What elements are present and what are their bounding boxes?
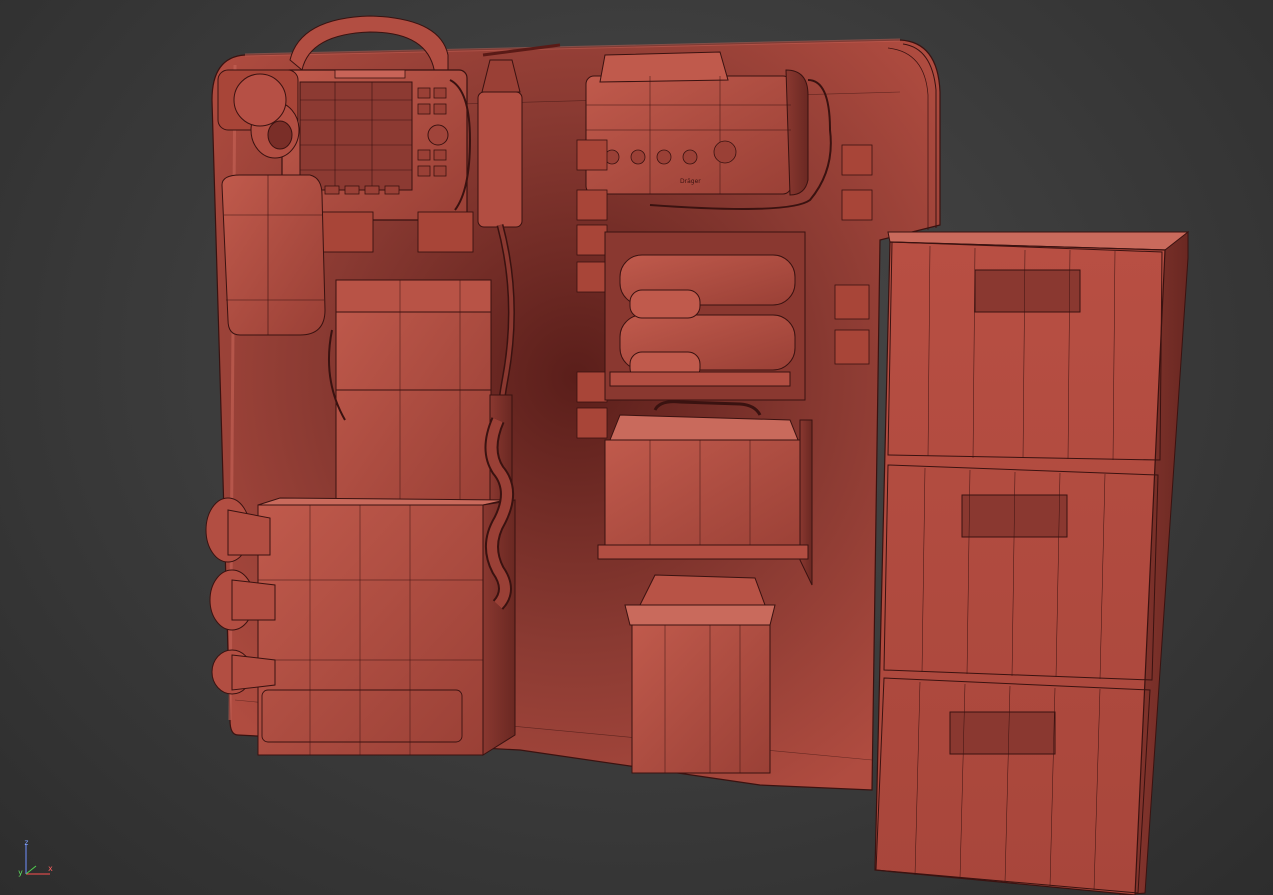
axis-label-x: x: [48, 864, 53, 873]
axis-label-z: z: [24, 838, 29, 847]
drawer-1-handle[interactable]: [974, 269, 1081, 313]
storage-box-lower-left[interactable]: [257, 497, 516, 756]
axis-label-y: y: [18, 868, 23, 877]
medical-case[interactable]: [597, 400, 813, 586]
suction-unit[interactable]: [327, 279, 513, 516]
equipment-bag[interactable]: [221, 174, 326, 336]
3d-viewport[interactable]: Dräger z x y: [0, 0, 1273, 895]
ventilator[interactable]: Dräger: [585, 51, 832, 210]
wireframe-scene[interactable]: Dräger: [0, 0, 1273, 895]
rolled-blankets[interactable]: [604, 231, 806, 401]
drawer-3-handle[interactable]: [949, 711, 1056, 755]
device-brand-label: Dräger: [680, 178, 701, 185]
nozzle-cluster: [205, 497, 276, 695]
axis-gizmo: z x y: [14, 834, 64, 884]
waste-bin[interactable]: [624, 574, 776, 774]
drawer-cabinet[interactable]: [874, 230, 1190, 895]
